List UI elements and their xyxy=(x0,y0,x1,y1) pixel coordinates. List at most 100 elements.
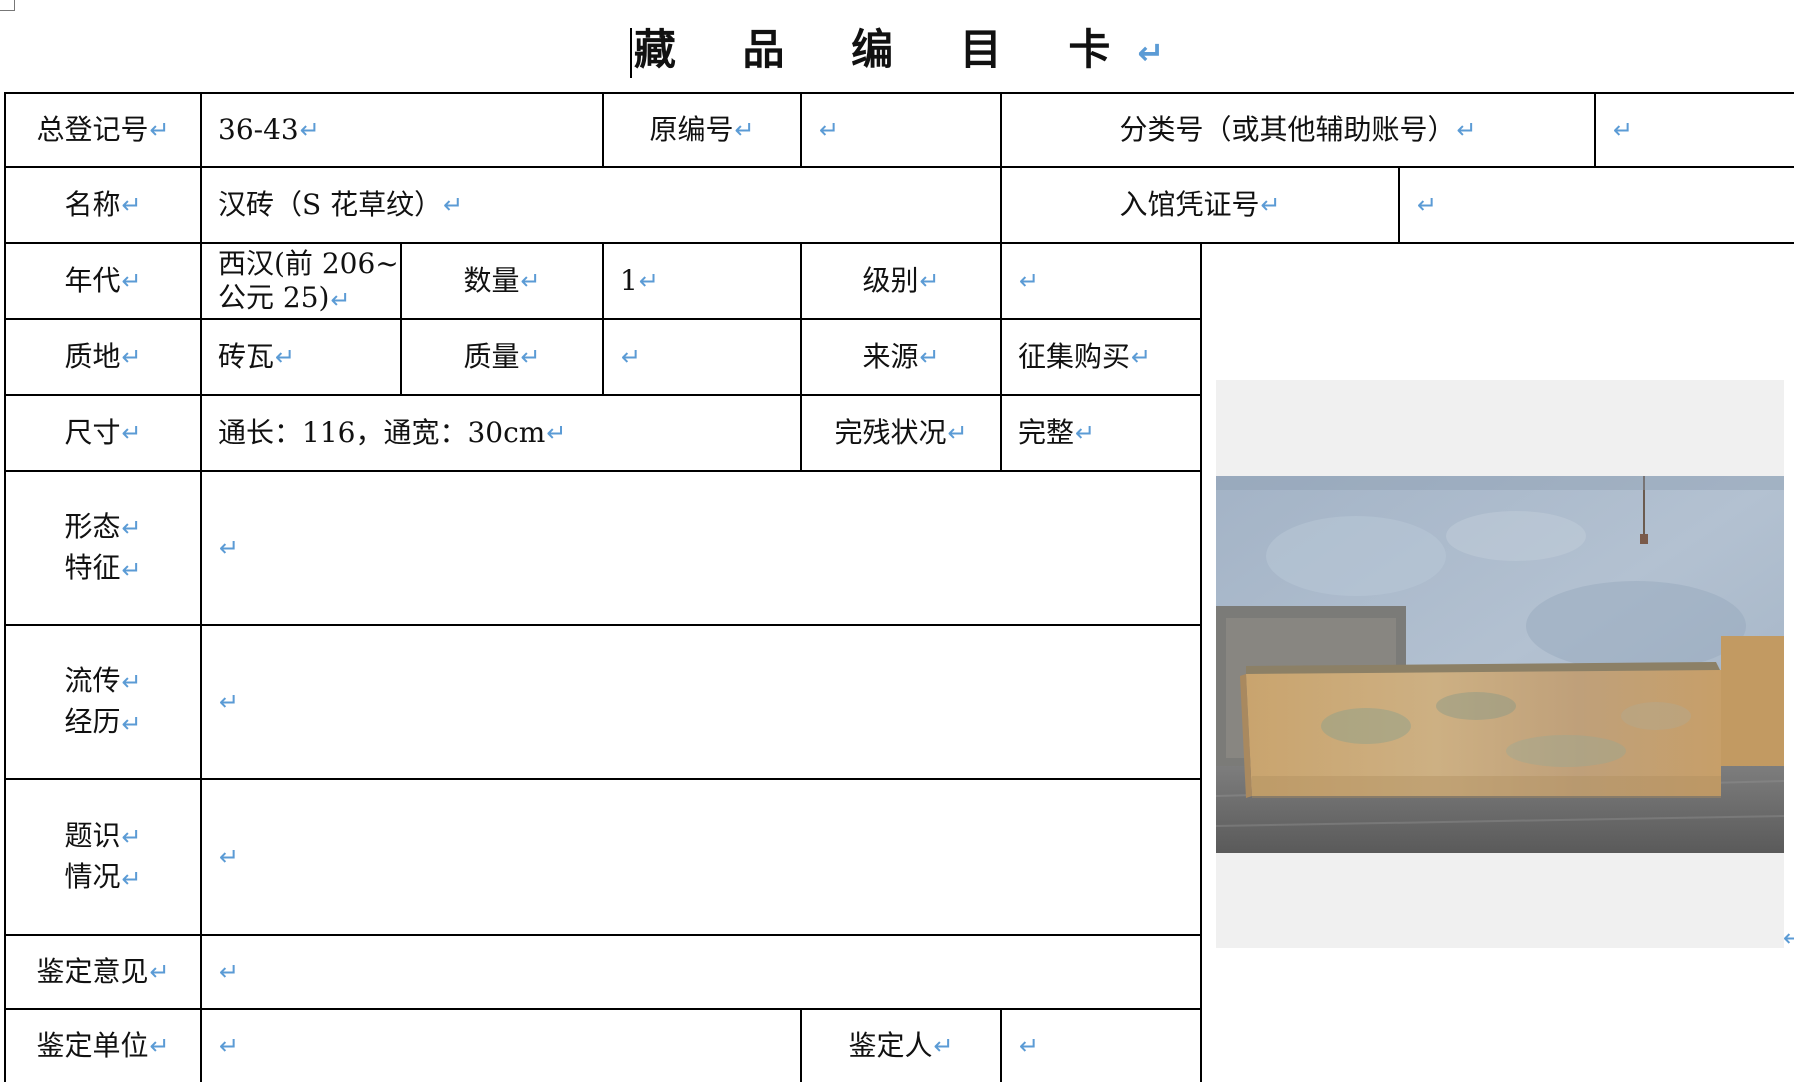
brick-photo-image xyxy=(1216,476,1784,853)
inscription-label-line1: 题识↵ xyxy=(64,816,141,858)
text-cursor xyxy=(629,27,632,78)
paragraph-mark-icon: ↵ xyxy=(443,191,464,219)
paragraph-mark-icon: ↵ xyxy=(149,958,170,986)
inscription-label-text-1: 题识 xyxy=(64,818,121,852)
material-field[interactable]: 砖瓦 ↵ xyxy=(202,320,400,394)
paragraph-mark-icon: ↵ xyxy=(819,116,840,144)
paragraph-mark-icon: ↵ xyxy=(149,1032,170,1060)
qty-field[interactable]: 1 ↵ xyxy=(604,244,800,318)
orig-no-field[interactable]: ↵ xyxy=(802,94,1000,166)
grade-field[interactable]: ↵ xyxy=(1002,244,1200,318)
paragraph-mark-icon: ↵ xyxy=(734,116,755,144)
paragraph-mark-icon: ↵ xyxy=(1260,191,1281,219)
paragraph-mark-icon: ↵ xyxy=(121,514,142,542)
paragraph-mark-icon: ↵ xyxy=(121,823,142,851)
paragraph-mark-icon: ↵ xyxy=(219,534,240,562)
appraisal-label-text: 鉴定意见 xyxy=(36,955,149,988)
reg-no-field[interactable]: 36-43 ↵ xyxy=(202,94,602,166)
entry-no-label: 入馆凭证号 ↵ xyxy=(1002,168,1398,242)
appraiser-field[interactable]: ↵ xyxy=(1002,1010,1200,1082)
paragraph-mark-icon: ↵ xyxy=(219,688,240,716)
era-label-text: 年代 xyxy=(64,264,121,297)
appraiser-label-text: 鉴定人 xyxy=(848,1029,933,1062)
orig-no-label-text: 原编号 xyxy=(649,113,734,146)
class-no-field[interactable]: ↵ xyxy=(1596,94,1794,166)
paragraph-mark-icon: ↵ xyxy=(1075,419,1096,447)
paragraph-mark-icon: ↵ xyxy=(621,343,642,371)
entry-no-field[interactable]: ↵ xyxy=(1400,168,1794,242)
paragraph-mark-icon: ↵ xyxy=(1783,924,1794,952)
form-label: 形态↵ 特征↵ xyxy=(6,472,200,624)
mass-label-text: 质量 xyxy=(463,340,520,373)
artifact-photo xyxy=(1216,476,1784,853)
inscription-label-text-2: 情况 xyxy=(64,860,121,893)
name-value: 汉砖（S 花草纹） xyxy=(218,188,443,221)
paragraph-mark-icon: ↵ xyxy=(121,191,142,219)
era-value: 西汉(前 206~ 公元 25)↵ xyxy=(218,244,399,320)
paragraph-mark-icon: ↵ xyxy=(299,116,320,144)
era-value-line2: 公元 25) xyxy=(218,281,330,314)
history-label-line2: 经历↵ xyxy=(64,702,141,744)
form-label-line1: 形态↵ xyxy=(64,507,141,549)
form-field[interactable]: ↵ xyxy=(202,472,1200,624)
appraisal-label: 鉴定意见 ↵ xyxy=(6,936,200,1008)
era-value-line2-wrap: 公元 25)↵ xyxy=(218,278,351,320)
paragraph-mark-icon: ↵ xyxy=(919,267,940,295)
orig-no-label: 原编号 ↵ xyxy=(604,94,800,166)
era-label: 年代 ↵ xyxy=(6,244,200,318)
paragraph-mark-icon: ↵ xyxy=(520,267,541,295)
paragraph-mark-icon: ↵ xyxy=(933,1032,954,1060)
paragraph-mark-icon: ↵ xyxy=(1417,191,1438,219)
right-brick xyxy=(1721,636,1784,776)
appraisal-unit-label-text: 鉴定单位 xyxy=(36,1029,149,1062)
paragraph-mark-icon: ↵ xyxy=(638,267,659,295)
inscription-label: 题识↵ 情况↵ xyxy=(6,780,200,934)
grade-label: 级别 ↵ xyxy=(802,244,1000,318)
mass-field[interactable]: ↵ xyxy=(604,320,800,394)
appraisal-field[interactable]: ↵ xyxy=(202,936,1200,1008)
paragraph-mark-icon: ↵ xyxy=(121,555,142,584)
paragraph-mark-icon: ↵ xyxy=(121,709,142,738)
paragraph-mark-icon: ↵ xyxy=(219,1032,240,1060)
name-field[interactable]: 汉砖（S 花草纹） ↵ xyxy=(202,168,1000,242)
paragraph-mark-icon: ↵ xyxy=(275,343,296,371)
history-label-stack: 流传↵ 经历↵ xyxy=(64,661,141,744)
reg-no-label-text: 总登记号 xyxy=(36,113,149,146)
paragraph-mark-icon: ↵ xyxy=(149,116,170,144)
inscription-label-line2: 情况↵ xyxy=(64,857,141,899)
appraisal-unit-field[interactable]: ↵ xyxy=(202,1010,800,1082)
qty-label: 数量 ↵ xyxy=(402,244,602,318)
entry-no-label-text: 入馆凭证号 xyxy=(1119,188,1260,221)
source-label: 来源 ↵ xyxy=(802,320,1000,394)
reg-no-label: 总登记号 ↵ xyxy=(6,94,200,166)
history-field[interactable]: ↵ xyxy=(202,626,1200,778)
material-label: 质地 ↵ xyxy=(6,320,200,394)
mass-label: 质量 ↵ xyxy=(402,320,602,394)
page-title: 藏 品 编 目 卡↵ xyxy=(0,22,1794,81)
size-field[interactable]: 通长：116，通宽：30cm ↵ xyxy=(202,396,800,470)
class-no-label: 分类号（或其他辅助账号） ↵ xyxy=(1002,94,1594,166)
inscription-field[interactable]: ↵ xyxy=(202,780,1200,934)
condition-value: 完整 xyxy=(1018,416,1075,449)
paragraph-mark-icon: ↵ xyxy=(219,958,240,986)
form-label-text-1: 形态 xyxy=(64,509,121,543)
paragraph-mark-icon: ↵ xyxy=(1137,33,1165,72)
era-field[interactable]: 西汉(前 206~ 公元 25)↵ xyxy=(202,244,400,318)
history-label: 流传↵ 经历↵ xyxy=(6,626,200,778)
paragraph-mark-icon: ↵ xyxy=(520,343,541,371)
grade-label-text: 级别 xyxy=(862,264,919,297)
form-label-stack: 形态↵ 特征↵ xyxy=(64,507,141,590)
paragraph-mark-icon: ↵ xyxy=(546,419,567,447)
form-label-text-2: 特征 xyxy=(64,551,121,584)
paragraph-mark-icon: ↵ xyxy=(1456,116,1477,144)
form-label-line2: 特征↵ xyxy=(64,548,141,590)
artifact-photo-frame[interactable] xyxy=(1216,380,1784,948)
qty-value: 1 xyxy=(620,264,638,297)
source-field[interactable]: 征集购买 ↵ xyxy=(1002,320,1200,394)
condition-field[interactable]: 完整 ↵ xyxy=(1002,396,1200,470)
size-value: 通长：116，通宽：30cm xyxy=(218,416,546,449)
appraiser-label: 鉴定人 ↵ xyxy=(802,1010,1000,1082)
name-label: 名称 ↵ xyxy=(6,168,200,242)
condition-label: 完残状况 ↵ xyxy=(802,396,1000,470)
page-title-text: 藏 品 编 目 卡 xyxy=(633,25,1137,74)
